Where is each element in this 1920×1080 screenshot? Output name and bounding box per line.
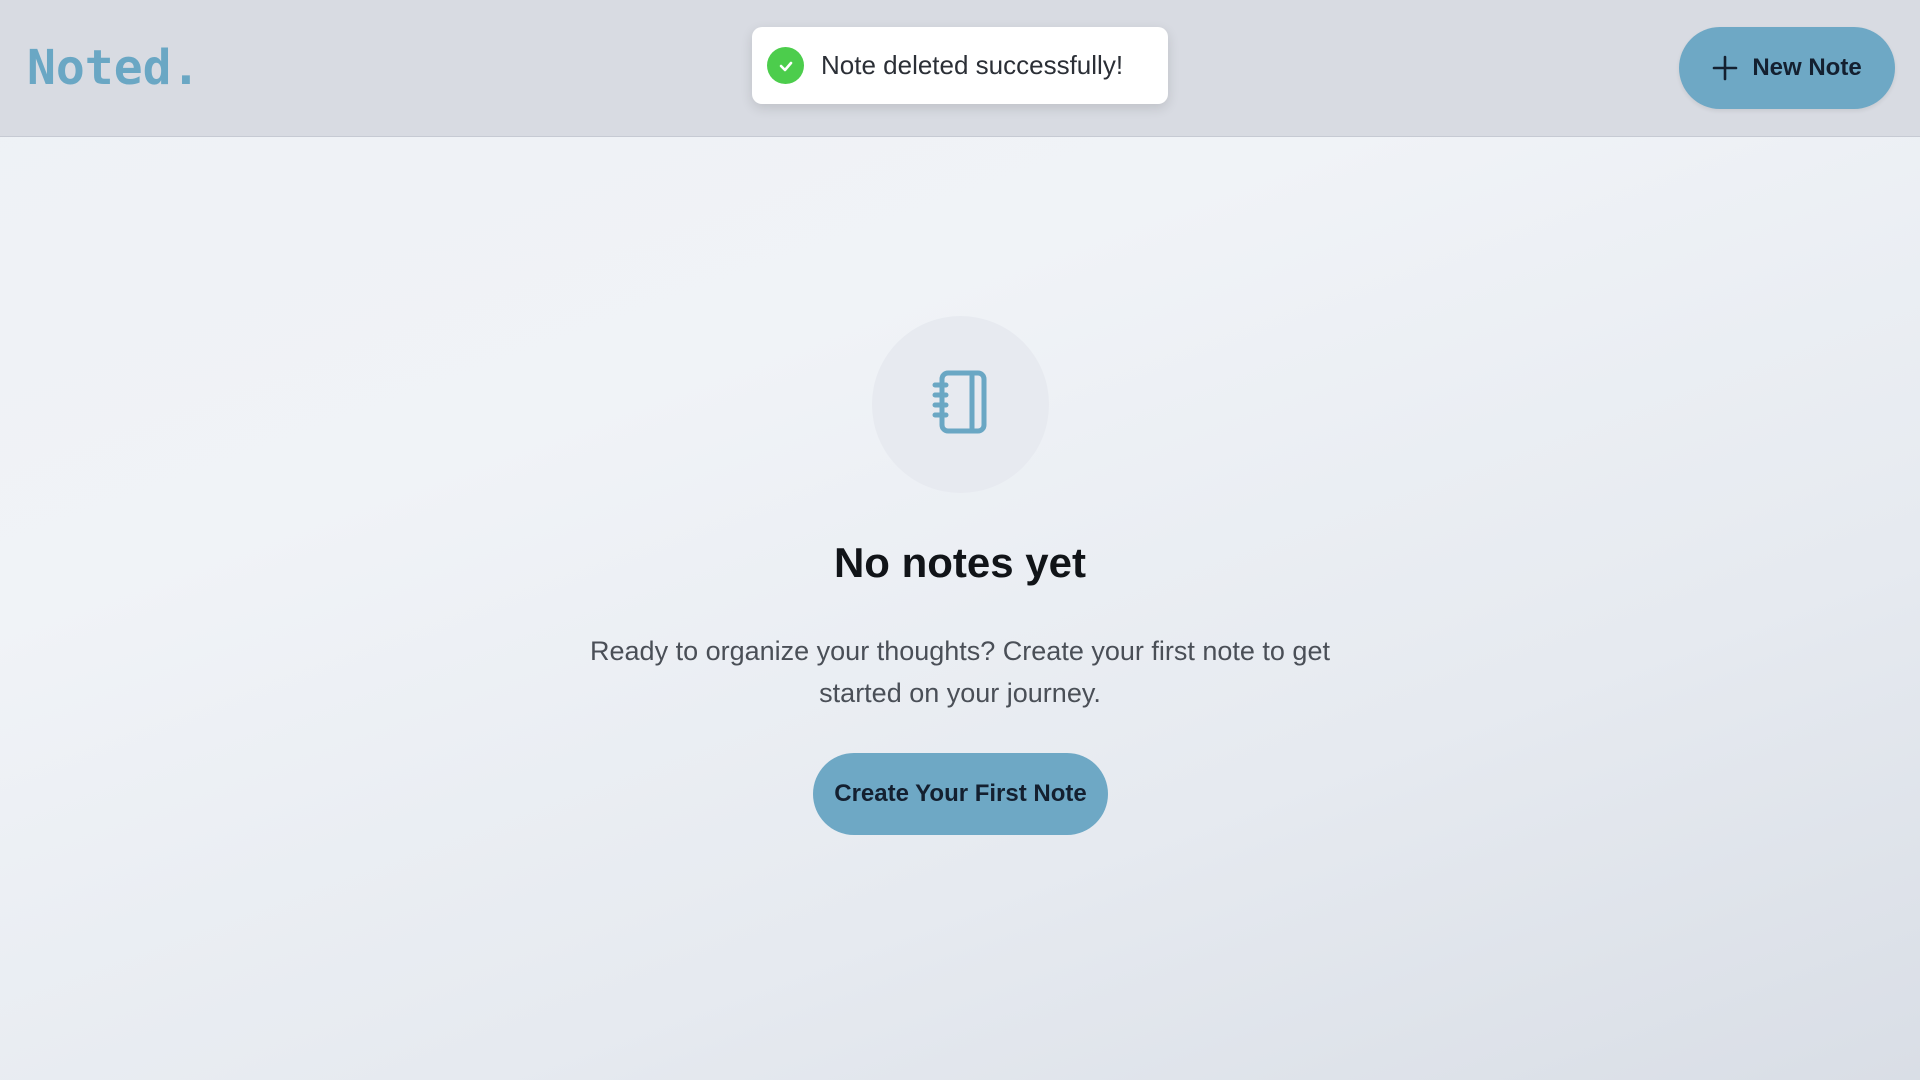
plus-icon [1712, 55, 1738, 81]
toast-notification: Note deleted successfully! [752, 27, 1168, 104]
empty-state-icon-circle [872, 316, 1049, 493]
empty-state-title: No notes yet [833, 539, 1087, 586]
app-logo[interactable]: Noted. [27, 38, 200, 98]
toast-message: Note deleted successfully! [821, 50, 1124, 80]
notebook-icon [926, 367, 996, 442]
new-note-button[interactable]: New Note [1679, 27, 1895, 109]
empty-state-description: Ready to organize your thoughts? Create … [590, 636, 1330, 708]
create-first-note-button[interactable]: Create Your First Note [813, 753, 1108, 835]
check-circle-icon [767, 47, 804, 84]
new-note-label: New Note [1752, 54, 1862, 81]
